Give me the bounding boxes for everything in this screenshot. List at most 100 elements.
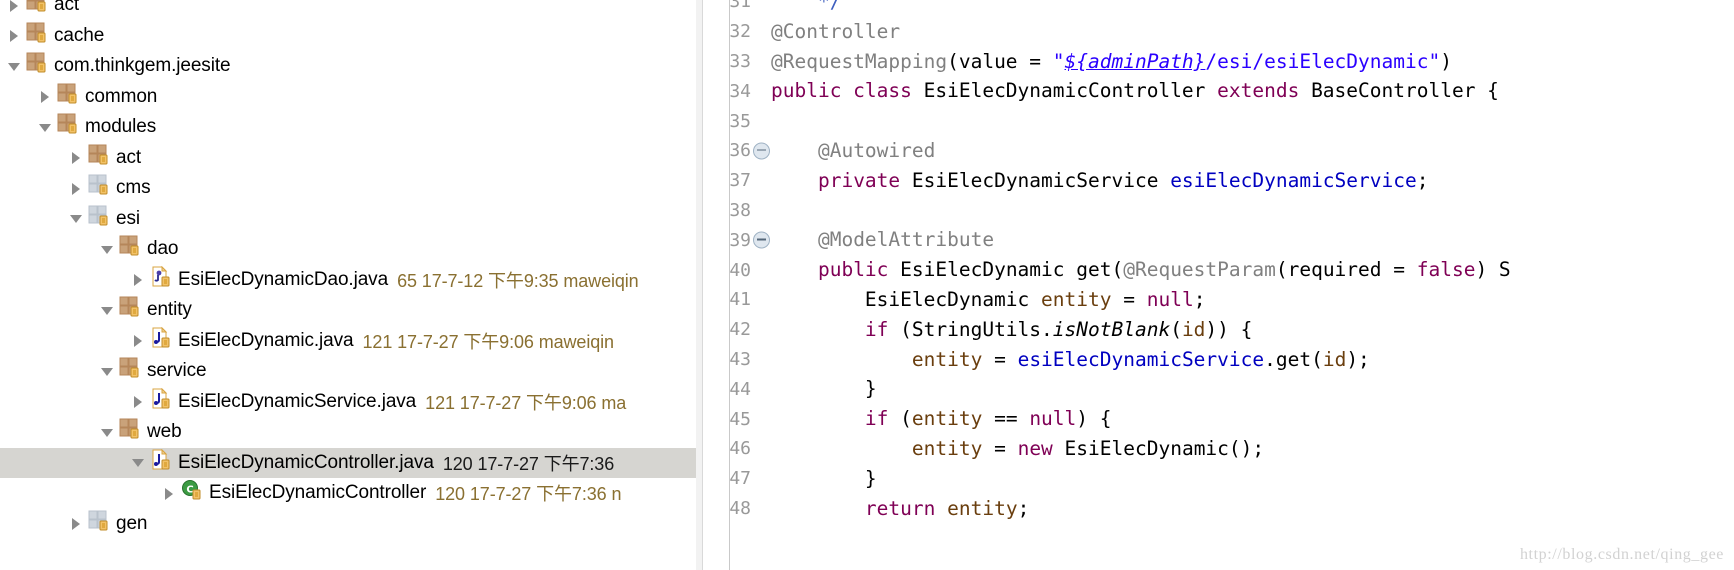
code-line[interactable]: 34 public class EsiElecDynamicController … bbox=[696, 76, 1734, 106]
tree-twisty-expanded-icon[interactable] bbox=[70, 212, 83, 225]
code-line[interactable]: 36 @Autowired bbox=[696, 136, 1734, 166]
line-number: 47 bbox=[729, 468, 751, 490]
code-line[interactable]: 31 */ bbox=[696, 0, 1734, 17]
code-token: id bbox=[1181, 317, 1206, 341]
tree-row-label: web bbox=[147, 421, 182, 443]
package-icon bbox=[88, 205, 110, 233]
tree-row-meta: 121 17-7-27 下午9:06 ma bbox=[425, 392, 627, 413]
tree-row[interactable]: dao bbox=[0, 234, 696, 265]
code-line[interactable]: 46 entity = new EsiElecDynamic(); bbox=[696, 434, 1734, 464]
tree-row[interactable]: web bbox=[0, 417, 696, 448]
tree-twisty-expanded-icon[interactable] bbox=[8, 60, 21, 73]
code-line[interactable]: 45 if (entity == null) { bbox=[696, 404, 1734, 434]
java-file-icon bbox=[150, 326, 172, 355]
tree-row[interactable]: EsiElecDynamic.java 121 17-7-27 下午9:06 ma… bbox=[0, 326, 696, 357]
tree-twisty-expanded-icon[interactable] bbox=[101, 304, 114, 317]
code-line[interactable]: 39 @ModelAttribute bbox=[696, 225, 1734, 255]
tree-twisty-collapsed-icon[interactable] bbox=[163, 487, 176, 500]
code-token: extends bbox=[1217, 79, 1300, 103]
code-line[interactable]: 38 bbox=[696, 196, 1734, 226]
line-number: 35 bbox=[729, 110, 751, 132]
code-source: entity = new EsiElecDynamic(); bbox=[771, 434, 1264, 464]
tree-row[interactable]: service bbox=[0, 356, 696, 387]
tree-row-label: modules bbox=[85, 116, 157, 138]
tree-twisty-collapsed-icon[interactable] bbox=[132, 273, 145, 287]
tree-row[interactable]: EsiElecDynamicService.java 121 17-7-27 下午… bbox=[0, 387, 696, 418]
tree-row[interactable]: modules bbox=[0, 112, 696, 143]
tree-twisty-expanded-icon[interactable] bbox=[101, 365, 114, 378]
tree-row[interactable]: esi bbox=[0, 204, 696, 235]
fold-collapse-icon[interactable] bbox=[753, 231, 770, 249]
tree-twisty-collapsed-icon[interactable] bbox=[70, 151, 83, 165]
tree-row[interactable]: EsiElecDynamicDao.java 65 17-7-12 下午9:35 … bbox=[0, 265, 696, 296]
code-token: EsiElecDynamicController bbox=[911, 79, 1218, 103]
code-line[interactable]: 37 private EsiElecDynamicService esiElec… bbox=[696, 166, 1734, 196]
tree-twisty-collapsed-icon[interactable] bbox=[70, 182, 83, 195]
tree-twisty-expanded-icon[interactable] bbox=[39, 121, 52, 134]
code-line[interactable]: 41 EsiElecDynamic entity = null; bbox=[696, 285, 1734, 315]
code-source: EsiElecDynamic entity = null; bbox=[771, 285, 1206, 315]
code-line[interactable]: 32 @Controller bbox=[696, 17, 1734, 47]
tree-row-meta: 121 17-7-27 下午9:06 maweiqin bbox=[362, 331, 615, 352]
code-line[interactable]: 44 } bbox=[696, 374, 1734, 404]
code-line[interactable]: 48 return entity; bbox=[696, 494, 1734, 524]
code-line[interactable]: 42 if (StringUtils.isNotBlank(id)) { bbox=[696, 315, 1734, 345]
code-source: @Autowired bbox=[771, 136, 935, 166]
tree-row[interactable]: entity bbox=[0, 295, 696, 326]
code-token: @RequestParam bbox=[1123, 258, 1276, 282]
tree-twisty-collapsed-icon[interactable] bbox=[132, 395, 145, 409]
code-line[interactable]: 40 public EsiElecDynamic get(@RequestPar… bbox=[696, 255, 1734, 285]
code-token: ( bbox=[1170, 317, 1182, 341]
code-token: EsiElecDynamic get( bbox=[888, 258, 1124, 282]
code-token: if bbox=[864, 317, 889, 341]
tree-twisty-collapsed-icon[interactable] bbox=[8, 0, 21, 12]
tree-row-meta: 120 17-7-27 下午7:36 n bbox=[435, 484, 622, 505]
tree-row-label: act bbox=[54, 0, 80, 16]
code-token: (StringUtils. bbox=[888, 317, 1053, 341]
tree-row[interactable]: EsiElecDynamicController.java 120 17-7-27… bbox=[0, 447, 696, 478]
tree-row[interactable]: act bbox=[0, 0, 696, 21]
tree-twisty-expanded-icon[interactable] bbox=[132, 456, 145, 469]
tree-twisty-collapsed-icon[interactable] bbox=[132, 334, 145, 348]
line-number: 36 bbox=[729, 140, 751, 162]
tree-row-label: dao bbox=[147, 238, 179, 260]
code-token: EsiElecDynamic(); bbox=[1052, 436, 1265, 460]
code-line[interactable]: 43 entity = esiElecDynamicService.get(id… bbox=[696, 345, 1734, 375]
tree-row[interactable]: C EsiElecDynamicController 120 17-7-27 下午7… bbox=[0, 478, 696, 509]
code-source: */ bbox=[771, 0, 841, 17]
tree-row-label: entity bbox=[147, 299, 192, 321]
fold-collapse-icon[interactable] bbox=[753, 142, 770, 160]
tree-row[interactable]: cms bbox=[0, 173, 696, 204]
tree-twisty-collapsed-icon[interactable] bbox=[70, 517, 83, 531]
tree-twisty-expanded-icon[interactable] bbox=[101, 426, 114, 439]
code-line[interactable]: 47 } bbox=[696, 464, 1734, 494]
package-explorer-tree[interactable]: act cache com.thinkgem.jeesite common module… bbox=[0, 0, 696, 570]
code-line[interactable]: 35 bbox=[696, 106, 1734, 136]
code-token: ( bbox=[888, 407, 912, 431]
tree-twisty-collapsed-icon[interactable] bbox=[39, 90, 52, 104]
code-token: = bbox=[982, 347, 1018, 371]
tree-row[interactable]: cache bbox=[0, 21, 696, 52]
tree-twisty-collapsed-icon[interactable] bbox=[8, 29, 21, 43]
code-token: = bbox=[1111, 287, 1147, 311]
tree-row[interactable]: gen bbox=[0, 509, 696, 540]
tree-row[interactable]: act bbox=[0, 143, 696, 174]
code-source: } bbox=[771, 464, 877, 494]
line-number: 31 bbox=[729, 0, 751, 13]
code-line-list: 31 */ 32 @Controller 33 @RequestMapping(valu… bbox=[696, 0, 1734, 523]
code-token: = bbox=[982, 436, 1018, 460]
code-line[interactable]: 33 @RequestMapping(value = "${adminPath}/… bbox=[696, 47, 1734, 77]
code-token: esiElecDynamicService bbox=[1170, 168, 1417, 192]
line-number: 34 bbox=[729, 80, 751, 102]
tree-row-label: cache bbox=[54, 24, 105, 46]
tree-row[interactable]: common bbox=[0, 82, 696, 113]
code-editor[interactable]: 31 */ 32 @Controller 33 @RequestMapping(valu… bbox=[696, 0, 1734, 570]
code-token: entity bbox=[911, 436, 983, 460]
code-source: @Controller bbox=[771, 17, 900, 47]
java-file-icon bbox=[150, 448, 172, 477]
tree-twisty-expanded-icon[interactable] bbox=[101, 243, 114, 256]
code-token: ); bbox=[1346, 347, 1370, 371]
tree-row[interactable]: com.thinkgem.jeesite bbox=[0, 51, 696, 82]
package-icon bbox=[88, 144, 110, 172]
